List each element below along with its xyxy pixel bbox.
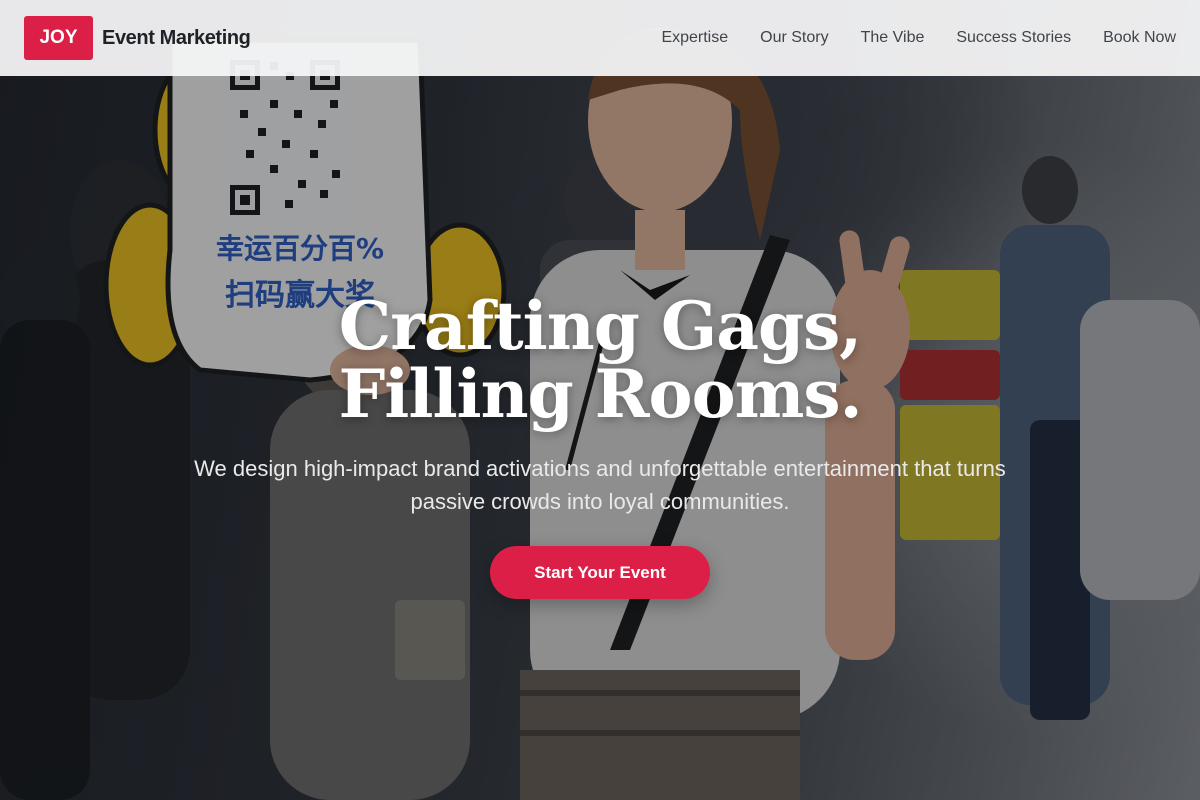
start-event-button[interactable]: Start Your Event (490, 546, 710, 599)
hero-subtitle: We design high-impact brand activations … (194, 456, 1006, 514)
brand-logo-link[interactable]: JOY Event Marketing (24, 16, 251, 60)
brand-name: Event Marketing (102, 26, 251, 49)
nav-links: Expertise Our Story The Vibe Success Sto… (661, 29, 1176, 47)
hero-headline: Crafting Gags, Filling Rooms. (0, 292, 1200, 428)
brand-badge: JOY (24, 16, 93, 60)
headline-line-1: Crafting Gags, (338, 287, 863, 365)
nav-link-success-stories[interactable]: Success Stories (956, 29, 1071, 47)
nav-link-the-vibe[interactable]: The Vibe (861, 29, 925, 47)
nav-link-our-story[interactable]: Our Story (760, 29, 828, 47)
hero-content: Crafting Gags, Filling Rooms. We design … (0, 292, 1200, 599)
top-navigation: JOY Event Marketing Expertise Our Story … (0, 0, 1200, 76)
nav-link-book-now[interactable]: Book Now (1103, 29, 1176, 47)
headline-line-2: Filling Rooms. (338, 355, 862, 433)
nav-link-expertise[interactable]: Expertise (661, 29, 728, 47)
